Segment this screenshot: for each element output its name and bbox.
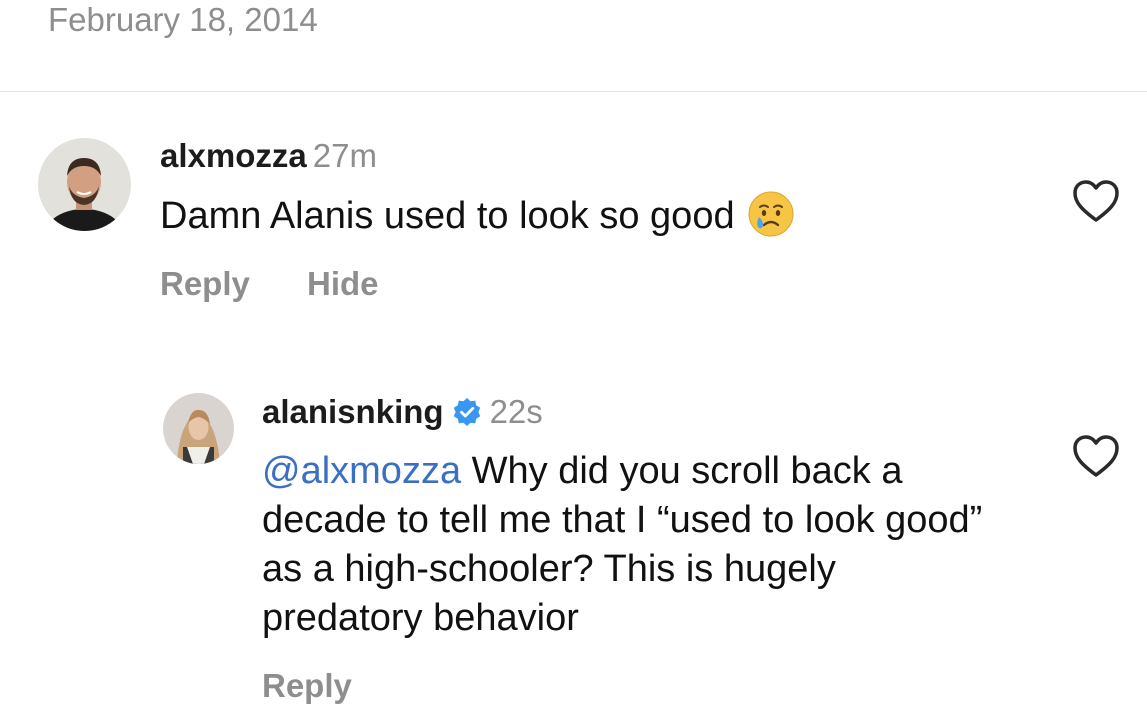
post-date: February 18, 2014 bbox=[48, 1, 318, 38]
avatar[interactable] bbox=[38, 138, 131, 231]
reply-button[interactable]: Reply bbox=[262, 666, 352, 706]
avatar[interactable] bbox=[163, 393, 234, 464]
comment-text: @alxmozza Why did you scroll back a deca… bbox=[262, 447, 1002, 643]
heart-outline-icon[interactable] bbox=[1071, 433, 1121, 479]
comment-text: Damn Alanis used to look so good bbox=[160, 190, 795, 251]
username[interactable]: alxmozza bbox=[160, 137, 307, 174]
reply-button[interactable]: Reply bbox=[160, 264, 250, 304]
crying-face-emoji-icon bbox=[747, 190, 795, 251]
username[interactable]: alanisnking bbox=[262, 393, 444, 430]
timestamp: 22s bbox=[489, 393, 543, 430]
heart-outline-icon[interactable] bbox=[1071, 178, 1121, 224]
verified-badge-icon bbox=[452, 396, 482, 436]
comment-header: alxmozza 27m bbox=[160, 136, 377, 176]
hide-button[interactable]: Hide bbox=[307, 264, 379, 304]
divider bbox=[0, 91, 1147, 92]
comment-body: Damn Alanis used to look so good bbox=[160, 195, 735, 237]
comment-header: alanisnking 22s bbox=[262, 392, 543, 436]
mention-link[interactable]: @alxmozza bbox=[262, 450, 461, 492]
timestamp: 27m bbox=[312, 137, 377, 174]
